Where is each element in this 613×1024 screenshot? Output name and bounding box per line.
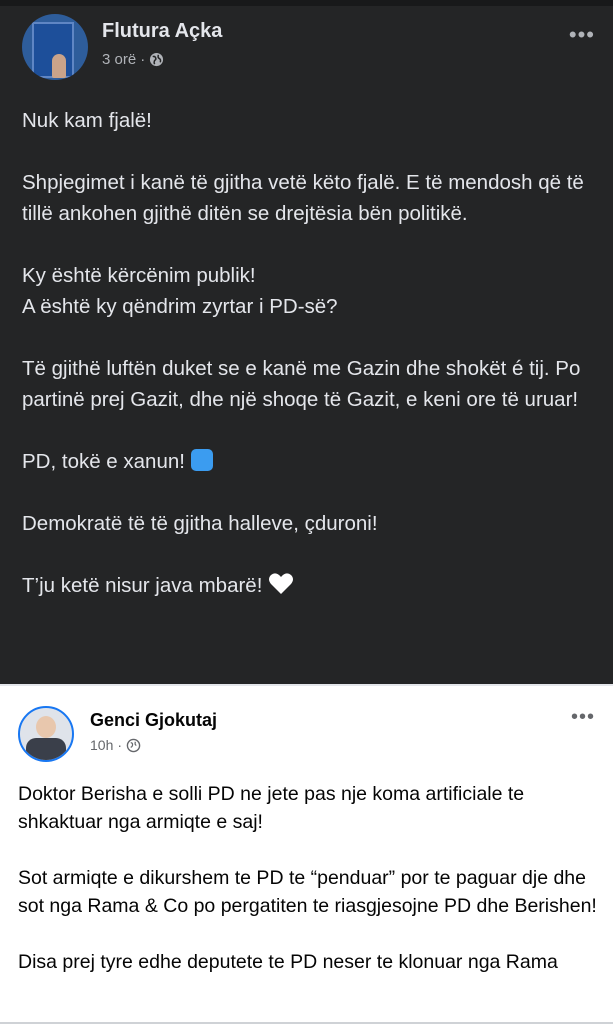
white-heart-emoji-icon [269,573,294,594]
post-paragraph: A është ky qëndrim zyrtar i PD-së? [22,295,338,318]
post-body: Doktor Berisha e solli PD ne jete pas nj… [18,780,603,1004]
post-meta: Flutura Açka 3 orë · [102,20,222,68]
post-header: Flutura Açka 3 orë · [22,14,222,80]
avatar-suit-shape [26,738,66,760]
card-divider [0,684,613,686]
post-card-dark: Flutura Açka 3 orë · ••• Nuk kam fjalë! … [0,0,613,684]
avatar-face-shape [36,716,56,738]
post-paragraph: Ky është kërcënim publik! [22,264,256,287]
post-paragraph: Të gjithë luftën duket se e kanë me Gazi… [22,357,581,411]
post-time[interactable]: 3 orë [102,51,136,68]
separator-dot: · [117,737,123,753]
post-header: Genci Gjokutaj 10h · [18,706,217,762]
post-paragraph: Doktor Berisha e solli PD ne jete pas nj… [18,783,525,833]
avatar[interactable] [18,706,74,762]
post-paragraph: Shpjegimet i kanë të gjitha vetë këto fj… [22,171,584,225]
globe-icon [150,52,164,67]
post-paragraph: Demokratë të të gjitha halleve, çduroni! [22,512,378,535]
author-name[interactable]: Genci Gjokutaj [90,710,217,731]
post-card-light: Genci Gjokutaj 10h · ••• Doktor Berisha … [0,684,613,1024]
author-name[interactable]: Flutura Açka [102,20,222,43]
post-body: Nuk kam fjalë! Shpjegimet i kanë të gjit… [22,105,597,601]
more-icon[interactable]: ••• [571,706,595,729]
post-paragraph: Disa prej tyre edhe deputete te PD neser… [18,951,558,973]
post-paragraph-text: PD, tokë e xanun! [22,450,185,473]
separator-dot: · [140,51,146,68]
avatar[interactable] [22,14,88,80]
post-paragraph: Sot armiqte e dikurshem te PD te “pendua… [18,867,597,917]
post-time[interactable]: 10h [90,737,113,753]
post-subline: 3 orë · [102,51,222,68]
top-divider [0,0,613,6]
avatar-figure-shape [52,54,66,78]
post-paragraph-with-emoji: T’ju ketë nisur java mbarë! [22,570,597,601]
post-paragraph-text: T’ju ketë nisur java mbarë! [22,574,263,597]
post-subline: 10h · [90,737,217,753]
more-icon[interactable]: ••• [569,22,595,48]
post-paragraph-with-emoji: PD, tokë e xanun! [22,446,597,477]
blue-square-emoji-icon [190,449,213,471]
post-paragraph: Nuk kam fjalë! [22,109,152,132]
post-meta: Genci Gjokutaj 10h · [90,710,217,753]
globe-icon [126,738,141,752]
